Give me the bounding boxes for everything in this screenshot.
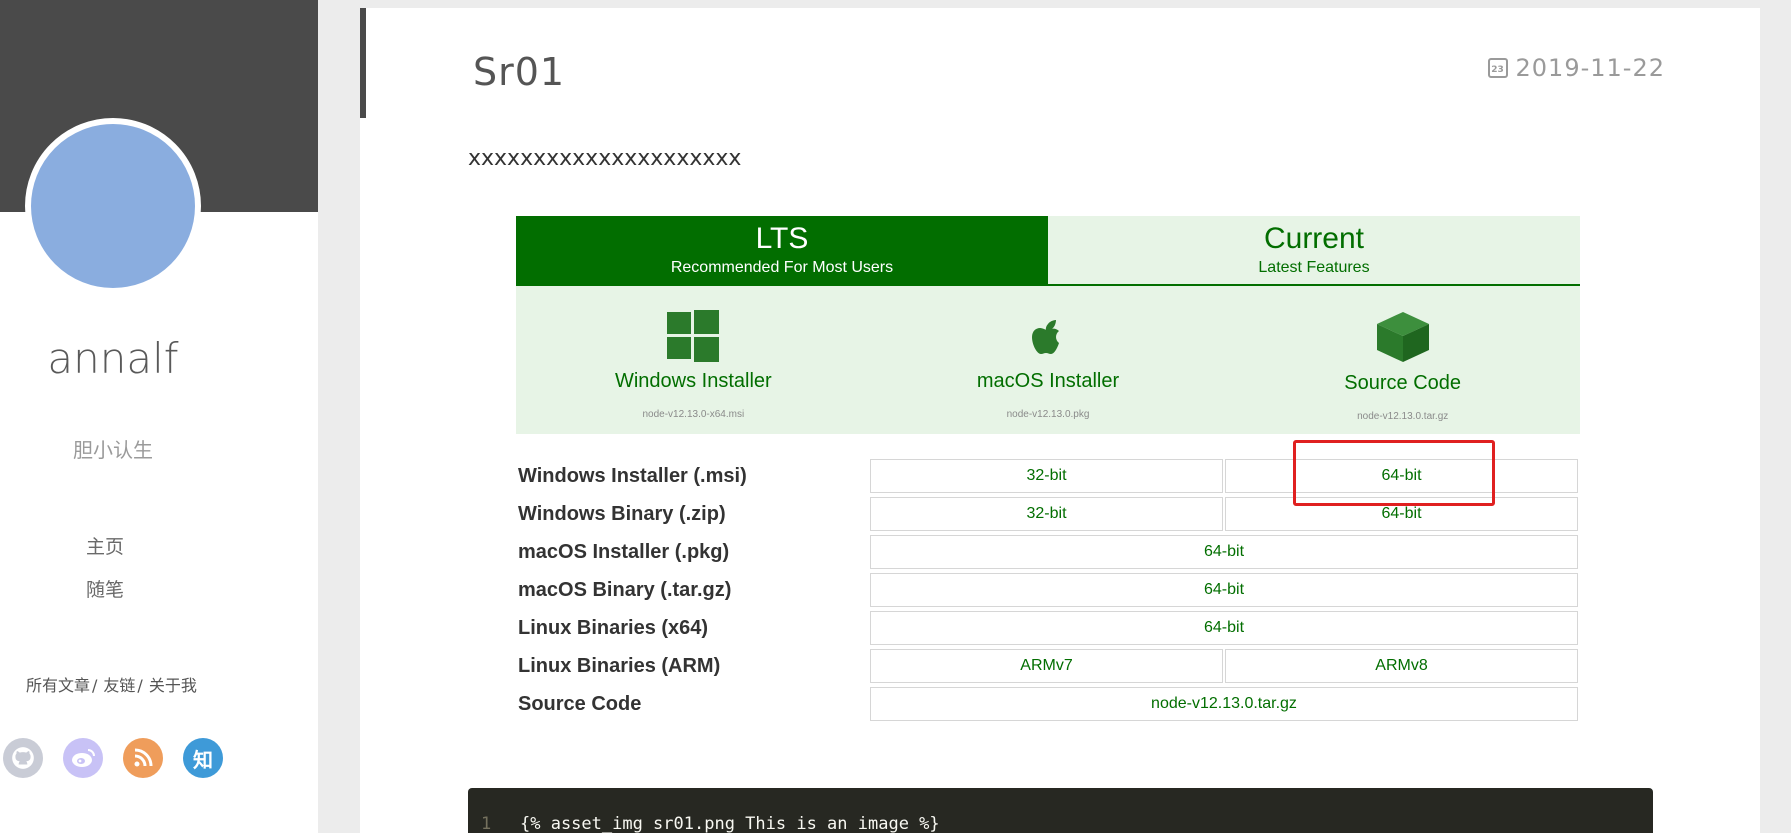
tab-lts[interactable]: LTS Recommended For Most Users — [516, 216, 1048, 284]
download-link[interactable]: 64-bit — [870, 573, 1578, 607]
source-code-link[interactable]: Source Code node-v12.13.0.tar.gz — [1225, 286, 1580, 434]
row-label: Source Code — [518, 692, 642, 715]
download-link[interactable]: 64-bit — [870, 611, 1578, 645]
macos-installer-label: macOS Installer — [976, 370, 1120, 392]
row-label: Windows Binary (.zip) — [518, 502, 726, 525]
row-label: Linux Binaries (ARM) — [518, 654, 721, 677]
node-download-widget: LTS Recommended For Most Users Current L… — [516, 216, 1580, 725]
link-separator: / — [137, 676, 143, 695]
apple-icon — [1032, 320, 1059, 354]
code-line-number: 1 — [481, 814, 492, 833]
row-label: macOS Installer (.pkg) — [518, 540, 730, 563]
windows-installer-label: Windows Installer — [614, 370, 772, 392]
link-friends[interactable]: 友链 — [103, 676, 135, 695]
rss-icon[interactable] — [123, 738, 163, 778]
tab-lts-subtitle: Recommended For Most Users — [670, 259, 894, 276]
download-link[interactable]: 32-bit — [870, 497, 1223, 531]
download-link[interactable]: 64-bit — [870, 535, 1578, 569]
macos-installer-link[interactable]: macOS Installer node-v12.13.0.pkg — [871, 286, 1226, 434]
tab-current[interactable]: Current Latest Features — [1048, 216, 1580, 284]
sidebar-nav: 主页 随笔 — [86, 532, 124, 618]
table-row: Windows Installer (.msi) 32-bit 64-bit — [516, 459, 1578, 493]
post-title[interactable]: Sr01 — [473, 50, 565, 94]
windows-installer-link[interactable]: Windows Installer node-v12.13.0-x64.msi — [516, 286, 871, 434]
table-row: Source Code node-v12.13.0.tar.gz — [516, 687, 1578, 721]
post-date: 23 2019-11-22 — [1487, 54, 1665, 82]
social-links: 知 — [3, 738, 223, 778]
download-link[interactable]: 64-bit — [1225, 459, 1578, 493]
installer-options: Windows Installer node-v12.13.0-x64.msi … — [516, 286, 1580, 434]
download-link[interactable]: ARMv7 — [870, 649, 1223, 683]
avatar[interactable] — [25, 118, 201, 294]
table-row: macOS Installer (.pkg) 64-bit — [516, 535, 1578, 569]
title-accent-bar — [360, 8, 366, 118]
release-tabs: LTS Recommended For Most Users Current L… — [516, 216, 1580, 286]
table-row: Linux Binaries (x64) 64-bit — [516, 611, 1578, 645]
tab-current-title: Current — [1263, 222, 1365, 255]
calendar-icon: 23 — [1487, 58, 1508, 78]
download-link[interactable]: node-v12.13.0.tar.gz — [870, 687, 1578, 721]
tab-current-subtitle: Latest Features — [1258, 259, 1370, 276]
row-label: Windows Installer (.msi) — [518, 464, 747, 487]
link-separator: / — [92, 676, 98, 695]
sidebar: annalf 胆小认生 主页 随笔 所有文章 / 友链 / 关于我 知 — [0, 0, 318, 833]
zhihu-icon[interactable]: 知 — [183, 738, 223, 778]
motto: 胆小认生 — [73, 438, 153, 462]
username: annalf — [47, 334, 179, 383]
source-code-label: Source Code — [1344, 372, 1462, 394]
link-all-posts[interactable]: 所有文章 — [26, 676, 90, 695]
box-icon — [1376, 312, 1429, 362]
post-date-text: 2019-11-22 — [1515, 54, 1665, 82]
table-row: Linux Binaries (ARM) ARMv7 ARMv8 — [516, 649, 1578, 683]
post-body-text: xxxxxxxxxxxxxxxxxxxxx — [468, 146, 742, 171]
source-code-file: node-v12.13.0.tar.gz — [1357, 411, 1449, 422]
code-block: 1 {% asset_img sr01.png This is an image… — [468, 788, 1653, 833]
download-link[interactable]: 32-bit — [870, 459, 1223, 493]
post-card: Sr01 23 2019-11-22 xxxxxxxxxxxxxxxxxxxxx… — [360, 8, 1760, 833]
weibo-icon[interactable] — [63, 738, 103, 778]
link-about[interactable]: 关于我 — [149, 676, 197, 695]
sidebar-links: 所有文章 / 友链 / 关于我 — [26, 672, 197, 696]
row-label: macOS Binary (.tar.gz) — [518, 578, 732, 601]
macos-installer-file: node-v12.13.0.pkg — [1006, 409, 1090, 420]
nav-item-essays[interactable]: 随笔 — [86, 575, 124, 618]
table-row: macOS Binary (.tar.gz) 64-bit — [516, 573, 1578, 607]
download-link[interactable]: 64-bit — [1225, 497, 1578, 531]
nav-item-home[interactable]: 主页 — [86, 532, 124, 575]
download-table: Windows Installer (.msi) 32-bit 64-bit W… — [514, 455, 1580, 725]
download-link[interactable]: ARMv8 — [1225, 649, 1578, 683]
github-icon[interactable] — [3, 738, 43, 778]
tab-lts-title: LTS — [755, 222, 809, 255]
row-label: Linux Binaries (x64) — [518, 616, 709, 639]
code-line: {% asset_img sr01.png This is an image %… — [520, 814, 940, 833]
table-row: Windows Binary (.zip) 32-bit 64-bit — [516, 497, 1578, 531]
windows-icon — [667, 310, 720, 362]
windows-installer-file: node-v12.13.0-x64.msi — [642, 409, 745, 420]
